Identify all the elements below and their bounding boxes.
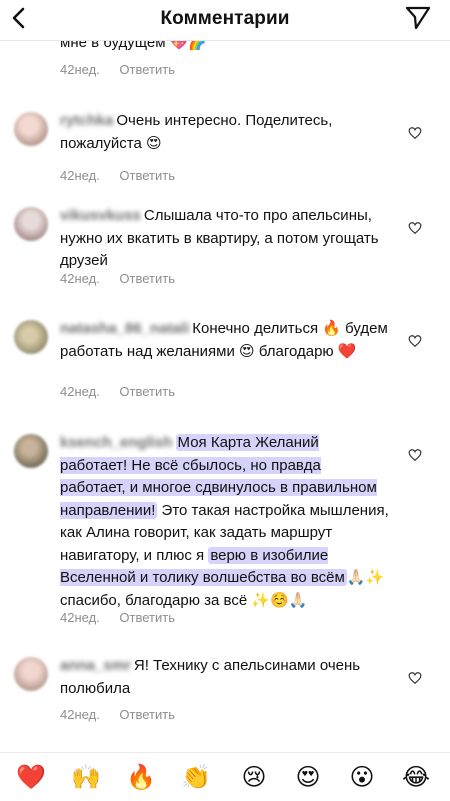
share-button[interactable] (404, 4, 432, 32)
reaction-heart-eyes[interactable]: 😍 (292, 761, 324, 793)
comment-time: 42нед. (60, 610, 100, 625)
avatar[interactable] (14, 112, 48, 146)
paper-plane-icon (405, 6, 431, 30)
partial-comment-meta: 42нед. Ответить (60, 62, 175, 77)
comment-body: anna_smr Я! Технику с апельсинами очень п… (60, 655, 390, 700)
comment-username[interactable]: vikusvkuss (60, 207, 141, 224)
quick-reactions-bar: ❤️ 🙌 🔥 👏 😢 😍 😮 😂 (0, 752, 450, 801)
heart-outline-icon[interactable] (408, 126, 422, 140)
reaction-heart[interactable]: ❤️ (15, 761, 47, 793)
avatar[interactable] (14, 320, 48, 354)
comment-username[interactable]: ksench_english (60, 434, 173, 451)
reaction-clap[interactable]: 👏 (180, 761, 212, 793)
comment-time: 42нед. (60, 707, 100, 722)
reply-button[interactable]: Ответить (119, 168, 175, 183)
reaction-laughing[interactable]: 😂 (400, 761, 432, 793)
reaction-raised-hands[interactable]: 🙌 (70, 761, 102, 793)
comment-username[interactable]: rytchka (60, 112, 113, 129)
reply-button[interactable]: Ответить (119, 62, 175, 77)
header-bar: Комментарии (0, 0, 450, 41)
reaction-surprised[interactable]: 😮 (346, 761, 378, 793)
avatar[interactable] (14, 207, 48, 241)
comment-meta: 42нед. Ответить (60, 707, 175, 722)
comment-username[interactable]: natasha_86_natali (60, 320, 189, 337)
reply-button[interactable]: Ответить (119, 707, 175, 722)
comment-time: 42нед. (60, 168, 100, 183)
avatar[interactable] (14, 657, 48, 691)
comment-meta: 42нед. Ответить (60, 384, 175, 399)
page-title: Комментарии (160, 8, 290, 29)
comment-username[interactable]: anna_smr (60, 657, 131, 674)
comment-time: 42нед. (60, 271, 100, 286)
reaction-crying[interactable]: 😢 (238, 761, 270, 793)
comment-body: natasha_86_natali Конечно делиться 🔥 буде… (60, 318, 390, 363)
heart-outline-icon[interactable] (408, 221, 422, 235)
comment-meta: 42нед. Ответить (60, 168, 175, 183)
reply-button[interactable]: Ответить (119, 384, 175, 399)
comment-time: 42нед. (60, 384, 100, 399)
comment-meta: 42нед. Ответить (60, 610, 175, 625)
heart-outline-icon[interactable] (408, 448, 422, 462)
comment-body: vikusvkuss Слышала что-то про апельсины, … (60, 205, 390, 273)
reaction-fire[interactable]: 🔥 (125, 761, 157, 793)
avatar[interactable] (14, 434, 48, 468)
heart-outline-icon[interactable] (408, 334, 422, 348)
comment-time: 42нед. (60, 62, 100, 77)
comment-body: ksench_english Моя Карта Желаний работает… (60, 432, 390, 612)
heart-outline-icon[interactable] (408, 671, 422, 685)
reply-button[interactable]: Ответить (119, 271, 175, 286)
comment-meta: 42нед. Ответить (60, 271, 175, 286)
comment-body: rytchka Очень интересно. Поделитесь, пожа… (60, 110, 390, 155)
reply-button[interactable]: Ответить (119, 610, 175, 625)
